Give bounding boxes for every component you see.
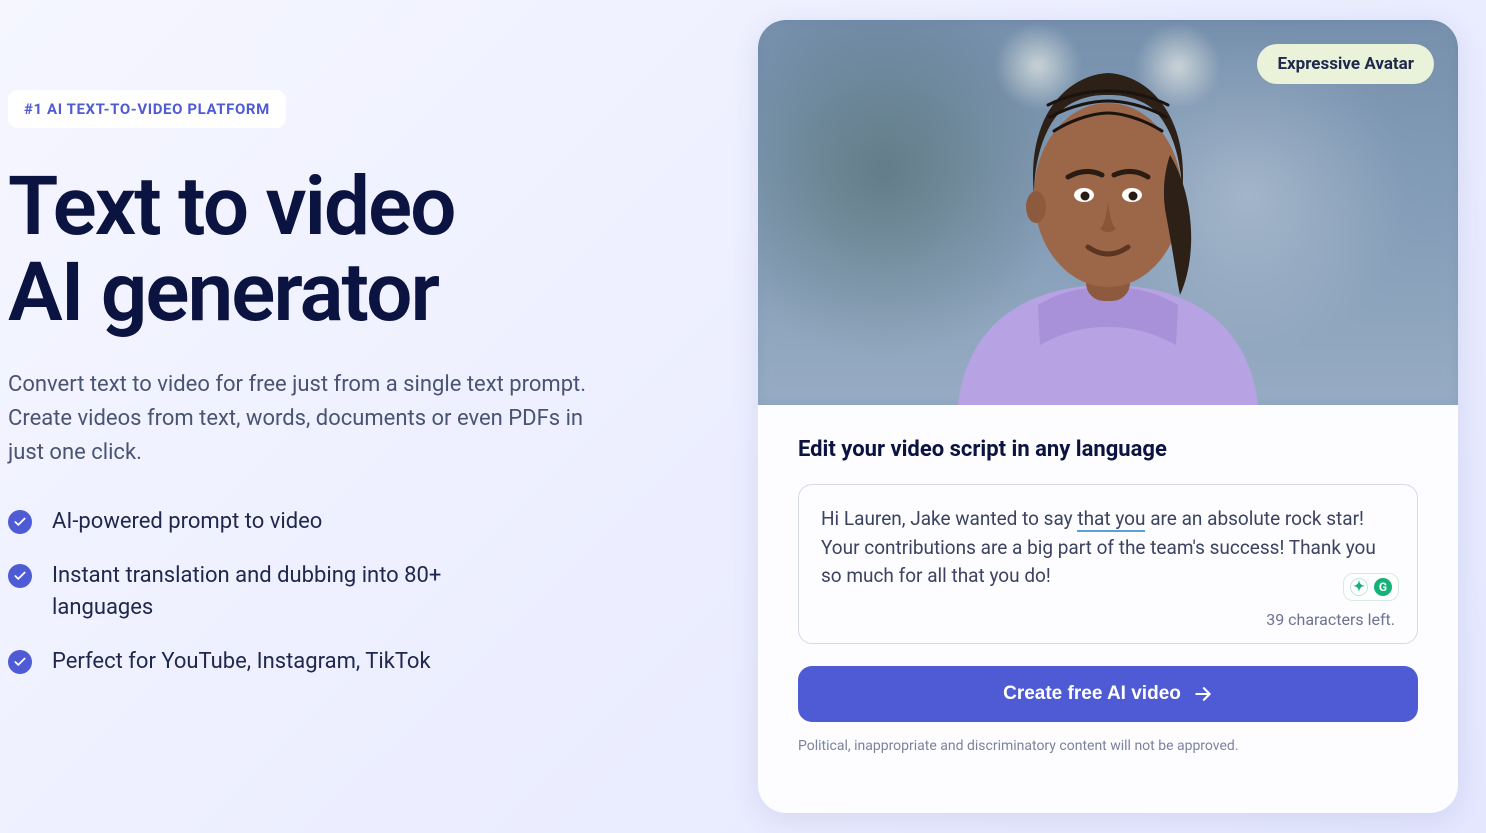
hero-headline: Text to video AI generator	[8, 164, 718, 336]
feature-text: AI-powered prompt to video	[52, 506, 322, 538]
content-policy-disclaimer: Political, inappropriate and discriminat…	[798, 738, 1418, 754]
hero-subhead: Convert text to video for free just from…	[8, 368, 588, 470]
feature-text: Perfect for YouTube, Instagram, TikTok	[52, 646, 431, 678]
script-text[interactable]: Hi Lauren, Jake wanted to say that you a…	[821, 505, 1395, 600]
feature-text: Instant translation and dubbing into 80+…	[52, 560, 532, 624]
grammarly-widget[interactable]: ✦ G	[1343, 573, 1399, 601]
editor-title: Edit your video script in any language	[798, 437, 1418, 462]
hero-section: #1 AI TEXT-TO-VIDEO PLATFORM Text to vid…	[8, 20, 718, 813]
feature-list: AI-powered prompt to video Instant trans…	[8, 506, 718, 678]
feature-item: AI-powered prompt to video	[8, 506, 718, 538]
headline-line-2: AI generator	[8, 245, 438, 341]
avatar-figure	[918, 45, 1298, 405]
characters-remaining: 39 characters left.	[1266, 610, 1395, 629]
check-icon	[8, 650, 32, 674]
script-marked-phrase: that you	[1077, 507, 1145, 532]
create-video-button[interactable]: Create free AI video	[798, 666, 1418, 722]
grammarly-plus-icon: ✦	[1350, 578, 1368, 596]
check-icon	[8, 564, 32, 588]
avatar-preview: Expressive Avatar	[758, 20, 1458, 405]
grammarly-icon: G	[1374, 578, 1392, 596]
platform-badge: #1 AI TEXT-TO-VIDEO PLATFORM	[8, 90, 286, 128]
script-input[interactable]: Hi Lauren, Jake wanted to say that you a…	[798, 484, 1418, 644]
generator-card: Expressive Avatar Edit your video script…	[758, 20, 1458, 813]
script-editor: Edit your video script in any language H…	[758, 405, 1458, 813]
script-prefix: Hi Lauren, Jake wanted to say	[821, 507, 1077, 530]
avatar-tag-badge: Expressive Avatar	[1257, 44, 1434, 84]
check-icon	[8, 510, 32, 534]
arrow-right-icon	[1193, 684, 1213, 704]
feature-item: Instant translation and dubbing into 80+…	[8, 560, 718, 624]
cta-label: Create free AI video	[1003, 683, 1181, 705]
headline-line-1: Text to video	[8, 159, 455, 255]
feature-item: Perfect for YouTube, Instagram, TikTok	[8, 646, 718, 678]
